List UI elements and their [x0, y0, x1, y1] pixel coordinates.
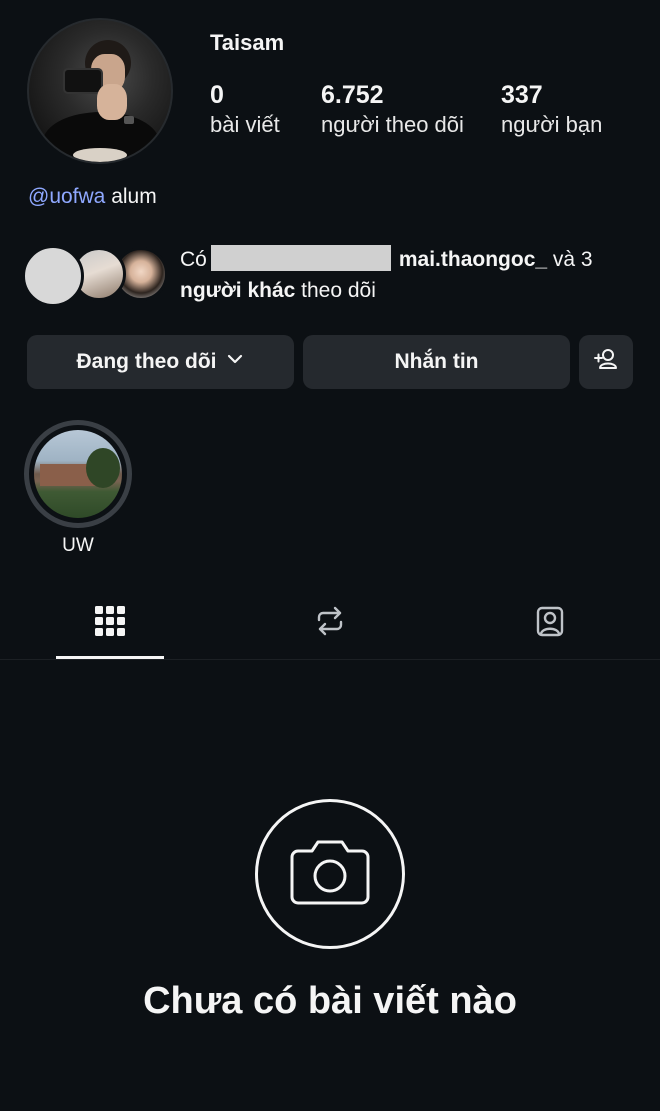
profile-avatar[interactable] — [27, 18, 173, 164]
tab-tagged[interactable] — [530, 603, 570, 643]
story-highlight-label: UW — [62, 535, 94, 556]
following-button-label: Đang theo dõi — [76, 350, 217, 373]
stat-friends-count: 337 — [501, 81, 543, 109]
followed-by-prefix: Có — [180, 248, 207, 271]
tab-reposts[interactable] — [310, 603, 350, 643]
message-button-label: Nhắn tin — [394, 350, 479, 373]
empty-state-circle — [255, 799, 405, 949]
stat-friends-label: người bạn — [501, 112, 603, 137]
profile-page: Taisam 0 bài viết 6.752 người theo dõi 3… — [0, 0, 660, 1111]
stat-posts-label: bài viết — [210, 112, 280, 137]
tab-divider — [0, 659, 660, 660]
stat-friends[interactable]: 337 người bạn — [501, 80, 602, 140]
repost-icon — [313, 604, 347, 643]
stat-posts-count: 0 — [210, 81, 224, 109]
bio-text: alum — [105, 185, 157, 208]
stat-posts[interactable]: 0 bài viết — [210, 80, 280, 140]
followed-by-and: và 3 — [547, 248, 593, 271]
stat-followers[interactable]: 6.752 người theo dõi — [321, 80, 464, 140]
story-highlight-image[interactable] — [34, 430, 122, 518]
suggest-people-button[interactable] — [579, 335, 633, 389]
add-person-icon — [592, 345, 620, 379]
tab-posts-grid[interactable] — [90, 603, 130, 643]
follower-avatar[interactable] — [22, 245, 84, 307]
followed-by-others: người khác — [180, 279, 296, 302]
grid-icon — [94, 605, 126, 642]
tagged-person-icon — [532, 603, 568, 644]
profile-bio: @uofwa alum — [28, 185, 157, 209]
message-button[interactable]: Nhắn tin — [303, 335, 570, 389]
bio-mention-link[interactable]: @uofwa — [28, 185, 105, 208]
camera-icon — [288, 837, 372, 912]
stat-followers-count: 6.752 — [321, 81, 384, 109]
followed-by-user: mai.thaongoc_ — [398, 248, 548, 271]
profile-username: Taisam — [210, 30, 285, 55]
followed-by-suffix: theo dõi — [295, 279, 376, 302]
empty-state-title: Chưa có bài viết nào — [143, 980, 517, 1022]
stat-followers-label: người theo dõi — [321, 112, 464, 137]
chevron-down-icon — [225, 349, 245, 375]
redacted-username — [210, 245, 391, 271]
followed-by-text[interactable]: Có mai.thaongoc_ và 3 người khác theo dõi — [180, 244, 640, 306]
following-button[interactable]: Đang theo dõi — [27, 335, 294, 389]
